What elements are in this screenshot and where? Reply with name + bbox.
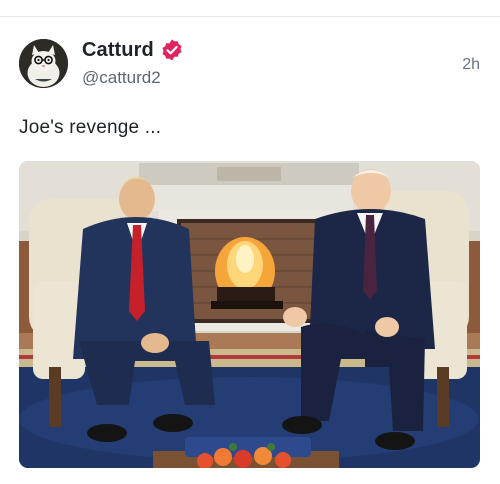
avatar[interactable] bbox=[19, 39, 68, 88]
post-card[interactable]: Catturd @catturd2 2h Joe's revenge ... bbox=[0, 17, 500, 484]
cat-avatar-icon bbox=[19, 39, 68, 88]
name-row: Catturd bbox=[82, 39, 184, 61]
post-text: Joe's revenge ... bbox=[19, 117, 162, 138]
photo-oval-office-fireplace bbox=[19, 161, 480, 468]
post-photo[interactable] bbox=[19, 161, 480, 468]
handle[interactable]: @catturd2 bbox=[82, 68, 184, 88]
timestamp[interactable]: 2h bbox=[462, 56, 480, 74]
verified-badge-icon bbox=[160, 38, 184, 62]
author-block: Catturd @catturd2 bbox=[82, 39, 184, 88]
display-name[interactable]: Catturd bbox=[82, 39, 154, 62]
